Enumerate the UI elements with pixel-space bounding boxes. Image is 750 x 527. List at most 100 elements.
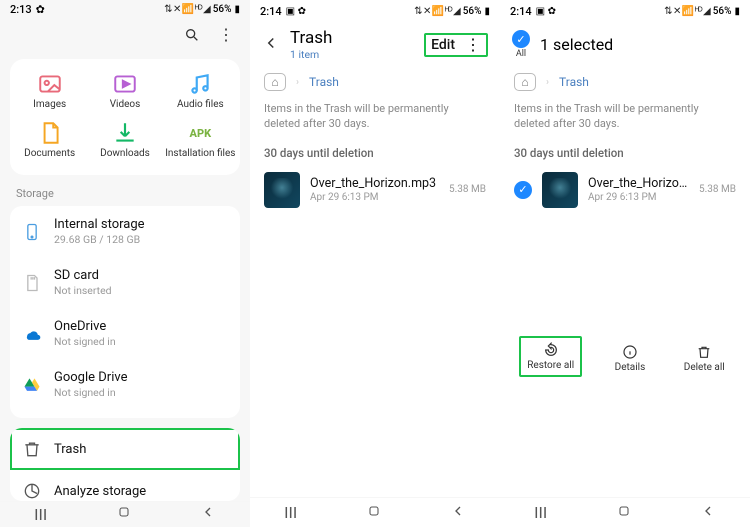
android-navbar: III (0, 501, 250, 527)
edit-button-highlight: Edit ⋮ (424, 33, 488, 57)
status-bar: 2:14 ▣ ✿ ⇅ ✕ 📶 ᴴᴰ ◢ 56%▮ (500, 0, 750, 22)
details-button[interactable]: Details (609, 340, 652, 377)
status-icons: ⇅ ✕ 📶 ᴴᴰ ◢ 56% ▮ (164, 4, 240, 15)
file-meta: Apr 29 6:13 PM (588, 192, 689, 203)
googledrive-icon (22, 375, 42, 395)
check-icon: ✓ (512, 30, 530, 48)
android-navbar: III (500, 497, 750, 527)
page-title: Trash (290, 28, 332, 48)
breadcrumb: ⌂ › Trash (500, 67, 750, 97)
video-icon (112, 73, 138, 95)
category-documents[interactable]: Documents (12, 116, 87, 165)
status-extra-icons: ▣ ✿ (536, 6, 556, 17)
more-icon[interactable]: ⋮ (465, 37, 481, 53)
category-audio[interactable]: Audio files (163, 67, 238, 116)
recents-button[interactable]: III (284, 503, 297, 522)
storage-network[interactable]: Network storage (10, 410, 240, 418)
selection-count: 1 selected (540, 35, 613, 54)
restore-icon (543, 342, 559, 358)
status-icons: ⇅ ✕ 📶 ᴴᴰ ◢ 56%▮ (664, 6, 740, 17)
file-name: Over_the_Horizon.mp3 (588, 176, 689, 191)
back-button[interactable] (700, 503, 716, 523)
breadcrumb-home-icon[interactable]: ⌂ (264, 73, 286, 91)
analyze-icon (22, 481, 42, 501)
file-row[interactable]: ✓ Over_the_Horizon.mp3 Apr 29 6:13 PM 5.… (500, 166, 750, 214)
back-icon[interactable] (262, 34, 280, 56)
home-button[interactable] (366, 503, 382, 523)
status-bar: 2:13 ✿ ⇅ ✕ 📶 ᴴᴰ ◢ 56% ▮ (0, 0, 250, 19)
clock: 2:13 (10, 3, 32, 16)
clock: 2:14 (510, 5, 532, 18)
restore-all-button[interactable]: Restore all (519, 336, 582, 377)
sdcard-icon (22, 273, 42, 293)
group-header: 30 days until deletion (250, 142, 500, 166)
document-icon (37, 122, 63, 144)
phone-icon (22, 222, 42, 242)
breadcrumb-trash[interactable]: Trash (309, 75, 339, 89)
category-images[interactable]: Images (12, 67, 87, 116)
storage-internal[interactable]: Internal storage 29.68 GB / 128 GB (10, 206, 240, 257)
clock: 2:14 (260, 5, 282, 18)
status-extra-icons: ▣ ✿ (286, 6, 306, 17)
edit-button[interactable]: Edit (431, 37, 455, 53)
home-button[interactable] (116, 504, 132, 524)
trash-icon (696, 344, 712, 360)
delete-all-button[interactable]: Delete all (678, 340, 731, 377)
android-navbar: III (250, 497, 500, 527)
bottom-action-bar: Restore all Details Delete all (500, 332, 750, 379)
home-button[interactable] (616, 503, 632, 523)
search-icon[interactable] (184, 27, 200, 47)
file-size: 5.38 MB (699, 184, 736, 195)
back-button[interactable] (450, 503, 466, 523)
chevron-right-icon: › (546, 77, 549, 88)
category-grid: Images Videos Audio files Documents Down… (10, 59, 240, 175)
download-icon (112, 122, 138, 144)
item-count: 1 item (290, 48, 332, 61)
category-videos[interactable]: Videos (87, 67, 162, 116)
audio-icon (187, 73, 213, 95)
file-thumbnail (542, 172, 578, 208)
category-installation[interactable]: APK Installation files (163, 116, 238, 165)
recents-button[interactable]: III (34, 505, 47, 524)
apk-icon: APK (187, 122, 213, 144)
trash-header: Trash 1 item Edit ⋮ (250, 22, 500, 67)
back-button[interactable] (200, 504, 216, 524)
selection-header: ✓ All 1 selected (500, 22, 750, 67)
storage-googledrive[interactable]: Google Drive Not signed in (10, 359, 240, 410)
breadcrumb-trash[interactable]: Trash (559, 75, 589, 89)
trash-notice: Items in the Trash will be permanently d… (250, 97, 500, 142)
trash-icon (22, 439, 42, 459)
file-size: 5.38 MB (449, 184, 486, 195)
onedrive-icon (22, 324, 42, 344)
group-header: 30 days until deletion (500, 142, 750, 166)
file-checkbox[interactable]: ✓ (514, 181, 532, 199)
category-downloads[interactable]: Downloads (87, 116, 162, 165)
file-thumbnail (264, 172, 300, 208)
trash-row[interactable]: Trash (10, 428, 240, 470)
screen-trash-edit: 2:14 ▣ ✿ ⇅ ✕ 📶 ᴴᴰ ◢ 56%▮ Trash 1 item Ed… (250, 0, 500, 527)
storage-list: Internal storage 29.68 GB / 128 GB SD ca… (10, 206, 240, 418)
trash-notice: Items in the Trash will be permanently d… (500, 97, 750, 142)
image-icon (37, 73, 63, 95)
more-icon[interactable]: ⋮ (218, 27, 234, 47)
utility-list: Trash Analyze storage (10, 428, 240, 501)
top-actions: ⋮ (0, 19, 250, 53)
file-meta: Apr 29 6:13 PM (310, 192, 439, 203)
screen-myfiles-home: 2:13 ✿ ⇅ ✕ 📶 ᴴᴰ ◢ 56% ▮ ⋮ Images Videos … (0, 0, 250, 527)
select-all[interactable]: ✓ All (512, 30, 530, 59)
section-storage-label: Storage (0, 185, 250, 206)
chevron-right-icon: › (296, 77, 299, 88)
screen-trash-selected: 2:14 ▣ ✿ ⇅ ✕ 📶 ᴴᴰ ◢ 56%▮ ✓ All 1 selecte… (500, 0, 750, 527)
breadcrumb-home-icon[interactable]: ⌂ (514, 73, 536, 91)
status-icons: ⇅ ✕ 📶 ᴴᴰ ◢ 56%▮ (414, 6, 490, 17)
status-bar: 2:14 ▣ ✿ ⇅ ✕ 📶 ᴴᴰ ◢ 56%▮ (250, 0, 500, 22)
storage-sdcard[interactable]: SD card Not inserted (10, 257, 240, 308)
settings-gear-icon: ✿ (36, 3, 45, 16)
storage-onedrive[interactable]: OneDrive Not signed in (10, 308, 240, 359)
analyze-row[interactable]: Analyze storage (10, 470, 240, 501)
info-icon (622, 344, 638, 360)
file-name: Over_the_Horizon.mp3 (310, 176, 439, 191)
file-row[interactable]: Over_the_Horizon.mp3 Apr 29 6:13 PM 5.38… (250, 166, 500, 214)
recents-button[interactable]: III (534, 503, 547, 522)
breadcrumb: ⌂ › Trash (250, 67, 500, 97)
